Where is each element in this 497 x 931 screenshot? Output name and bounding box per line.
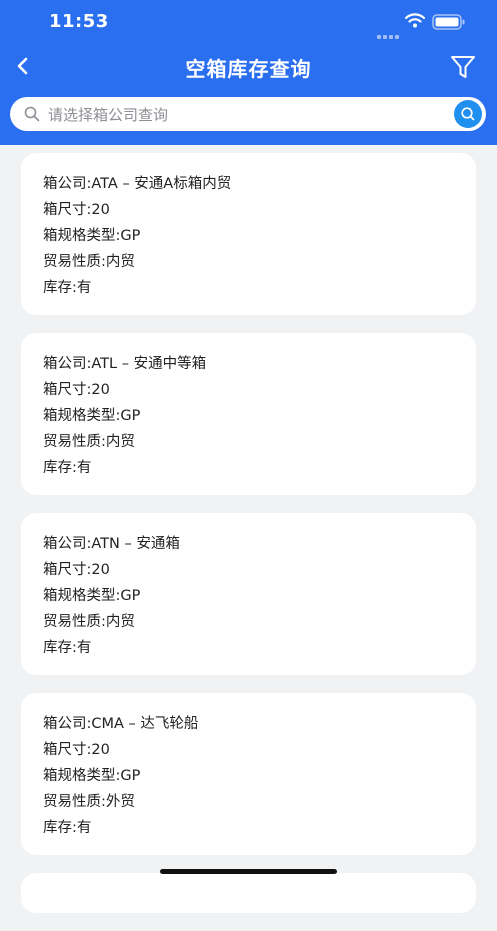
card-type: 箱规格类型:GP [43,408,141,424]
card-trade: 贸易性质:外贸 [43,794,135,810]
signal-icon [377,24,401,43]
card-size: 箱尺寸:20 [43,382,110,398]
card-stock: 库存:有 [43,820,92,836]
card-size: 箱尺寸:20 [43,202,110,218]
inventory-list: 箱公司:ATA – 安通A标箱内贸 箱尺寸:20 箱规格类型:GP 贸易性质:内… [21,153,476,931]
card-size: 箱尺寸:20 [43,562,110,578]
wifi-icon [405,13,425,28]
card-trade: 贸易性质:内贸 [43,614,135,630]
card-company: 箱公司:ATN – 安通箱 [43,536,180,552]
search-icon [24,106,40,122]
status-bar: 11:53 [0,0,497,44]
card-type: 箱规格类型:GP [43,588,141,604]
card-type: 箱规格类型:GP [43,228,141,244]
battery-icon [432,14,465,30]
card-stock: 库存:有 [43,280,92,296]
card-company: 箱公司:ATL – 安通中等箱 [43,356,207,372]
status-time: 11:53 [49,11,109,32]
inventory-card[interactable]: 箱公司:ATL – 安通中等箱 箱尺寸:20 箱规格类型:GP 贸易性质:内贸 … [21,333,476,495]
card-type: 箱规格类型:GP [43,768,141,784]
inventory-card[interactable]: 箱公司:CMA – 达飞轮船 箱尺寸:20 箱规格类型:GP 贸易性质:外贸 库… [21,693,476,855]
filter-funnel-icon[interactable] [448,52,478,82]
inventory-card[interactable]: 箱公司:ATN – 安通箱 箱尺寸:20 箱规格类型:GP 贸易性质:内贸 库存… [21,513,476,675]
card-stock: 库存:有 [43,460,92,476]
search-button-icon [461,107,475,121]
search-button[interactable] [454,100,482,128]
home-indicator [160,869,337,874]
card-trade: 贸易性质:内贸 [43,434,135,450]
search-bar[interactable]: 请选择箱公司查询 [10,97,486,131]
inventory-card-partial[interactable] [21,873,476,913]
nav-bar: 空箱库存查询 [0,44,497,90]
card-company: 箱公司:CMA – 达飞轮船 [43,716,199,732]
card-stock: 库存:有 [43,640,92,656]
card-company: 箱公司:ATA – 安通A标箱内贸 [43,176,232,192]
search-input[interactable]: 请选择箱公司查询 [48,104,168,125]
page-title: 空箱库存查询 [185,57,312,81]
inventory-card[interactable]: 箱公司:ATA – 安通A标箱内贸 箱尺寸:20 箱规格类型:GP 贸易性质:内… [21,153,476,315]
app-header: 11:53 空箱库存查询 请选择箱公司查询 [0,0,497,145]
card-trade: 贸易性质:内贸 [43,254,135,270]
card-size: 箱尺寸:20 [43,742,110,758]
